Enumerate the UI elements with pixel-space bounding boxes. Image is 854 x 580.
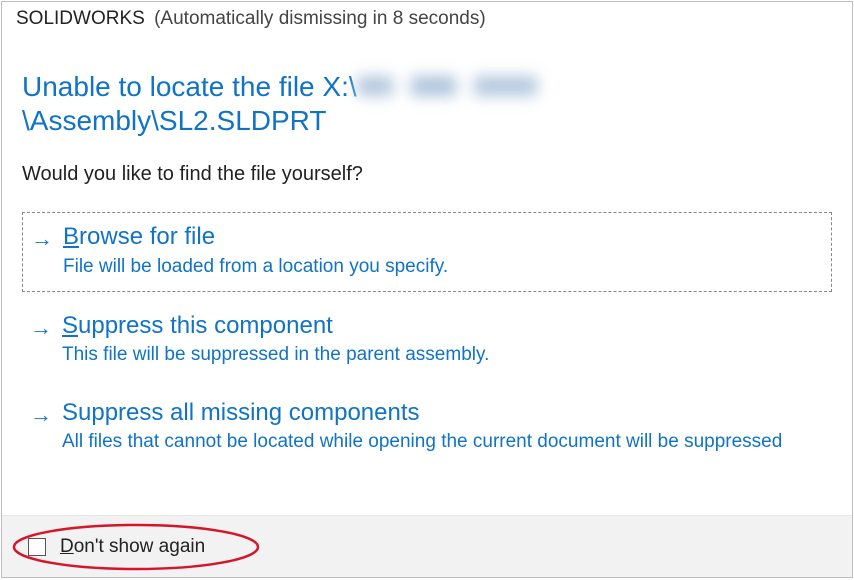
dont-show-again-checkbox[interactable] xyxy=(28,538,46,556)
dialog-body: Unable to locate the file X:\\Assembly\S… xyxy=(2,34,852,515)
headline: Unable to locate the file X:\\Assembly\S… xyxy=(22,70,832,137)
headline-suffix: \Assembly\SL2.SLDPRT xyxy=(22,105,327,136)
headline-prefix: Unable to locate the file X:\ xyxy=(22,71,357,102)
arrow-right-icon: → xyxy=(30,314,52,367)
auto-dismiss-countdown: (Automatically dismissing in 8 seconds) xyxy=(154,8,486,29)
option-browse-for-file[interactable]: → Browse for file File will be loaded fr… xyxy=(22,212,832,291)
option-suppress-all-missing[interactable]: → Suppress all missing components All fi… xyxy=(22,389,832,466)
question-text: Would you like to find the file yourself… xyxy=(22,163,832,186)
option-title: Suppress all missing components xyxy=(62,399,824,427)
arrow-right-icon: → xyxy=(30,401,52,454)
dialog: SOLIDWORKS (Automatically dismissing in … xyxy=(1,1,853,578)
option-desc: This file will be suppressed in the pare… xyxy=(62,343,824,367)
option-title: Suppress this component xyxy=(62,312,824,340)
redacted-path-segment xyxy=(357,72,537,100)
option-title: Browse for file xyxy=(63,223,823,251)
app-name: SOLIDWORKS xyxy=(16,8,145,29)
titlebar: SOLIDWORKS (Automatically dismissing in … xyxy=(2,2,852,34)
option-suppress-component[interactable]: → Suppress this component This file will… xyxy=(22,302,832,379)
dont-show-again-label[interactable]: Don't show again xyxy=(60,536,205,558)
option-desc: File will be loaded from a location you … xyxy=(63,255,823,279)
option-desc: All files that cannot be located while o… xyxy=(62,430,824,454)
dialog-footer: Don't show again xyxy=(2,515,852,577)
arrow-right-icon: → xyxy=(31,225,53,278)
